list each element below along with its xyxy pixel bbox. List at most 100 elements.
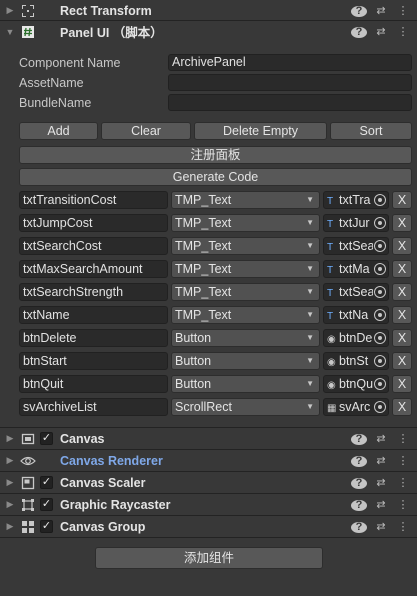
remove-row-button[interactable]: X — [392, 329, 412, 347]
remove-row-button[interactable]: X — [392, 237, 412, 255]
object-picker-icon[interactable] — [374, 378, 386, 390]
context-menu-icon[interactable]: ⋮ — [395, 432, 411, 445]
preset-icon[interactable]: ⇄ — [373, 4, 389, 17]
fold-arrow-icon[interactable]: ▶ — [4, 521, 16, 532]
component-header-canvas-group[interactable]: ▶ ✓ Canvas Group? ⇄ ⋮ — [0, 516, 417, 537]
fold-arrow-icon[interactable]: ▶ — [4, 455, 16, 466]
row-object-field[interactable]: ▦ svArc — [323, 398, 389, 416]
remove-row-button[interactable]: X — [392, 214, 412, 232]
bundle-name-field[interactable] — [168, 94, 412, 111]
object-picker-icon[interactable] — [374, 263, 386, 275]
component-header-eye[interactable]: ▶ Canvas Renderer? ⇄ ⋮ — [0, 450, 417, 471]
remove-row-button[interactable]: X — [392, 375, 412, 393]
object-picker-icon[interactable] — [374, 355, 386, 367]
row-name-field[interactable]: btnQuit — [19, 375, 168, 393]
fold-arrow-icon[interactable]: ▶ — [4, 477, 16, 488]
row-name-field[interactable]: txtSearchCost — [19, 237, 168, 255]
object-picker-icon[interactable] — [374, 401, 386, 413]
row-type-dropdown[interactable]: Button ▼ — [171, 329, 320, 347]
context-menu-icon[interactable]: ⋮ — [395, 4, 411, 17]
object-picker-icon[interactable] — [374, 217, 386, 229]
enabled-checkbox[interactable]: ✓ — [40, 498, 53, 511]
row-name-field[interactable]: btnDelete — [19, 329, 168, 347]
row-name-field[interactable]: txtTransitionCost — [19, 191, 168, 209]
fold-arrow-icon[interactable]: ▶ — [4, 5, 16, 16]
row-type-dropdown[interactable]: Button ▼ — [171, 352, 320, 370]
row-object-field[interactable]: ◉ btnQu — [323, 375, 389, 393]
preset-icon[interactable]: ⇄ — [373, 520, 389, 533]
preset-icon[interactable]: ⇄ — [373, 25, 389, 38]
fold-arrow-icon[interactable]: ▶ — [4, 499, 16, 510]
component-header-rect-transform[interactable]: ▶ Rect Transform ? ⇄ ⋮ — [0, 0, 417, 21]
row-name-field[interactable]: svArchiveList — [19, 398, 168, 416]
preset-icon[interactable]: ⇄ — [373, 498, 389, 511]
delete-empty-button[interactable]: Delete Empty — [194, 122, 327, 140]
row-object-field[interactable]: TtxtSea — [323, 283, 389, 301]
row-object-field[interactable]: TtxtJur — [323, 214, 389, 232]
object-picker-icon[interactable] — [374, 240, 386, 252]
context-menu-icon[interactable]: ⋮ — [395, 498, 411, 511]
help-icon[interactable]: ? — [351, 477, 367, 489]
context-menu-icon[interactable]: ⋮ — [395, 25, 411, 38]
remove-row-button[interactable]: X — [392, 398, 412, 416]
add-button[interactable]: Add — [19, 122, 98, 140]
row-object-field[interactable]: TtxtNa — [323, 306, 389, 324]
fold-arrow-icon[interactable]: ▼ — [4, 27, 16, 37]
row-type-dropdown[interactable]: TMP_Text ▼ — [171, 260, 320, 278]
generate-code-button[interactable]: Generate Code — [19, 168, 412, 186]
enabled-checkbox[interactable]: ✓ — [40, 432, 53, 445]
component-header-canvas-scaler[interactable]: ▶ ✓ Canvas Scaler? ⇄ ⋮ — [0, 472, 417, 493]
row-type-dropdown[interactable]: TMP_Text ▼ — [171, 191, 320, 209]
preset-icon[interactable]: ⇄ — [373, 476, 389, 489]
help-icon[interactable]: ? — [351, 433, 367, 445]
row-name-field[interactable]: txtJumpCost — [19, 214, 168, 232]
row-type-dropdown[interactable]: TMP_Text ▼ — [171, 306, 320, 324]
context-menu-icon[interactable]: ⋮ — [395, 454, 411, 467]
clear-button[interactable]: Clear — [101, 122, 191, 140]
add-component-button[interactable]: 添加组件 — [95, 547, 323, 569]
component-header-canvas[interactable]: ▶ ✓ Canvas? ⇄ ⋮ — [0, 428, 417, 449]
help-icon[interactable]: ? — [351, 455, 367, 467]
remove-row-button[interactable]: X — [392, 352, 412, 370]
object-picker-icon[interactable] — [374, 309, 386, 321]
row-object-field[interactable]: ◉ btnSt — [323, 352, 389, 370]
enabled-checkbox[interactable]: ✓ — [40, 476, 53, 489]
row-type-dropdown[interactable]: TMP_Text ▼ — [171, 237, 320, 255]
row-name-field[interactable]: btnStart — [19, 352, 168, 370]
help-icon[interactable]: ? — [351, 26, 367, 38]
row-type-dropdown[interactable]: TMP_Text ▼ — [171, 214, 320, 232]
row-type-dropdown[interactable]: Button ▼ — [171, 375, 320, 393]
row-object-field[interactable]: TtxtTra — [323, 191, 389, 209]
row-name-field[interactable]: txtName — [19, 306, 168, 324]
help-icon[interactable]: ? — [351, 499, 367, 511]
preset-icon[interactable]: ⇄ — [373, 454, 389, 467]
object-picker-icon[interactable] — [374, 194, 386, 206]
remove-row-button[interactable]: X — [392, 283, 412, 301]
help-icon[interactable]: ? — [351, 521, 367, 533]
enabled-checkbox[interactable]: ✓ — [40, 520, 53, 533]
row-object-field[interactable]: TtxtSea — [323, 237, 389, 255]
row-object-field[interactable]: TtxtMa — [323, 260, 389, 278]
remove-row-button[interactable]: X — [392, 191, 412, 209]
row-type-label: TMP_Text — [175, 308, 232, 322]
row-type-dropdown[interactable]: TMP_Text ▼ — [171, 283, 320, 301]
register-panel-button[interactable]: 注册面板 — [19, 146, 412, 164]
component-header-raycaster[interactable]: ▶ ✓ Graphic Raycaster? ⇄ ⋮ — [0, 494, 417, 515]
component-header-panel-ui[interactable]: ▼ Panel UI （脚本） ? ⇄ ⋮ — [0, 21, 417, 42]
preset-icon[interactable]: ⇄ — [373, 432, 389, 445]
row-name-field[interactable]: txtMaxSearchAmount — [19, 260, 168, 278]
component-name-field[interactable]: ArchivePanel — [168, 54, 412, 71]
sort-button[interactable]: Sort — [330, 122, 412, 140]
fold-arrow-icon[interactable]: ▶ — [4, 433, 16, 444]
object-picker-icon[interactable] — [374, 286, 386, 298]
row-object-field[interactable]: ◉ btnDe — [323, 329, 389, 347]
context-menu-icon[interactable]: ⋮ — [395, 476, 411, 489]
row-type-dropdown[interactable]: ScrollRect ▼ — [171, 398, 320, 416]
remove-row-button[interactable]: X — [392, 260, 412, 278]
row-name-field[interactable]: txtSearchStrength — [19, 283, 168, 301]
asset-name-field[interactable] — [168, 74, 412, 91]
context-menu-icon[interactable]: ⋮ — [395, 520, 411, 533]
help-icon[interactable]: ? — [351, 5, 367, 17]
object-picker-icon[interactable] — [374, 332, 386, 344]
remove-row-button[interactable]: X — [392, 306, 412, 324]
